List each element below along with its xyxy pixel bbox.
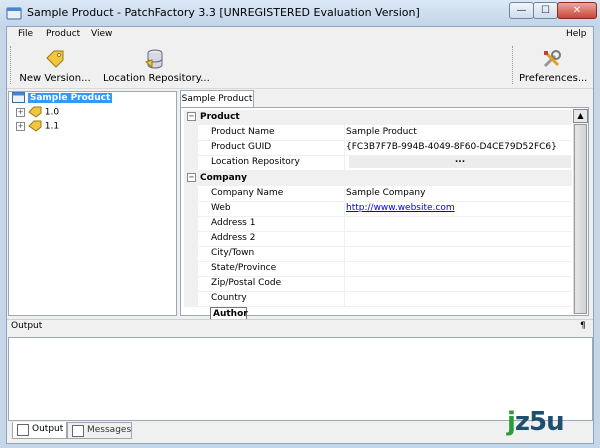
property-row[interactable]: Company Name Sample Company <box>184 186 572 202</box>
property-row[interactable]: Address 1 <box>184 216 572 232</box>
property-name: Product GUID <box>211 142 272 152</box>
toolbar-grip[interactable] <box>10 46 13 84</box>
tree-item-1-0[interactable]: + 1.0 <box>16 106 59 118</box>
menu-product[interactable]: Product <box>46 29 80 39</box>
messages-icon <box>72 425 84 437</box>
tools-icon <box>543 50 561 68</box>
pin-icon[interactable]: ¶ <box>580 321 586 331</box>
property-name: State/Province <box>211 263 277 273</box>
property-row[interactable]: Product Name Sample Product <box>184 125 572 141</box>
property-row[interactable]: Web http://www.website.com <box>184 201 572 217</box>
maximize-button[interactable]: ☐ <box>533 2 558 19</box>
tree-item-label: 1.1 <box>44 121 60 132</box>
property-name: Zip/Postal Code <box>211 278 282 288</box>
property-name: Web <box>211 203 231 213</box>
location-repository-label: Location Repository... <box>103 73 210 84</box>
category-label: Product <box>200 112 240 122</box>
app-icon <box>6 7 22 20</box>
menu-file[interactable]: File <box>18 29 33 39</box>
tag-icon <box>28 106 42 118</box>
tab-messages[interactable]: Messages <box>67 422 132 439</box>
property-value[interactable] <box>344 216 572 231</box>
property-row[interactable]: Address 2 <box>184 231 572 247</box>
tree-root-label: Sample Product <box>27 93 113 103</box>
property-name: Country <box>211 293 247 303</box>
expand-icon[interactable]: + <box>16 107 25 117</box>
property-value[interactable] <box>344 261 572 276</box>
property-name: Address 1 <box>211 218 256 228</box>
tab-output-label: Output <box>32 424 64 434</box>
property-row[interactable]: Country <box>184 291 572 307</box>
property-value[interactable]: Sample Product <box>344 125 572 140</box>
category-company[interactable]: − Company <box>184 171 572 186</box>
toolbar-grip-right[interactable] <box>512 46 515 84</box>
collapse-icon[interactable]: − <box>187 173 196 182</box>
output-panel-header <box>7 319 593 336</box>
expand-icon[interactable]: + <box>16 121 25 131</box>
toolbar <box>7 43 593 89</box>
tag-icon <box>28 120 42 132</box>
web-link[interactable]: http://www.website.com <box>344 201 572 216</box>
property-name: City/Town <box>211 248 255 258</box>
preferences-label: Preferences... <box>519 73 588 84</box>
location-repository-button[interactable]: Location Repository... <box>103 48 210 84</box>
property-value[interactable]: {FC3B7F7B-994B-4049-8F60-D4CE79D52FC6} <box>344 140 572 155</box>
product-icon <box>12 92 25 103</box>
property-row[interactable]: Product GUID {FC3B7F7B-994B-4049-8F60-D4… <box>184 140 572 156</box>
output-icon <box>17 424 29 436</box>
tab-messages-label: Messages <box>87 425 132 435</box>
watermark-logo: jz5u <box>507 407 565 437</box>
close-button[interactable]: ✕ <box>557 2 597 19</box>
property-value[interactable]: Sample Company <box>344 186 572 201</box>
new-version-label: New Version... <box>19 73 91 84</box>
property-grid: − Product Product Name Sample Product Pro… <box>184 110 572 313</box>
preferences-button[interactable]: Preferences... <box>519 48 588 84</box>
property-row[interactable]: Location Repository ... <box>184 155 572 171</box>
new-version-button[interactable]: New Version... <box>19 48 91 84</box>
minimize-button[interactable]: — <box>509 2 534 19</box>
tree-root[interactable]: Sample Product <box>12 92 113 103</box>
collapse-icon[interactable]: − <box>187 112 196 121</box>
property-value[interactable] <box>344 276 572 291</box>
property-name: Product Name <box>211 127 275 137</box>
tab-sample-product[interactable]: Sample Product <box>180 90 254 108</box>
tab-output[interactable]: Output <box>12 422 67 439</box>
tag-icon <box>46 50 64 68</box>
output-panel[interactable] <box>8 337 593 421</box>
scroll-up-arrow-icon[interactable]: ▲ <box>573 109 588 123</box>
property-value[interactable] <box>344 246 572 261</box>
property-row[interactable]: City/Town <box>184 246 572 262</box>
output-panel-title: Output <box>11 321 43 331</box>
property-value-cell: ... <box>344 155 572 170</box>
tree-item-1-1[interactable]: + 1.1 <box>16 120 59 132</box>
database-icon <box>144 49 163 69</box>
scroll-thumb[interactable] <box>574 124 587 314</box>
menu-help[interactable]: Help <box>566 29 587 39</box>
menu-view[interactable]: View <box>91 29 112 39</box>
tree-item-label: 1.0 <box>44 107 60 118</box>
property-name: Location Repository <box>211 157 300 167</box>
property-value[interactable] <box>344 231 572 246</box>
property-row[interactable]: State/Province <box>184 261 572 277</box>
browse-button[interactable]: ... <box>349 156 571 168</box>
category-product[interactable]: − Product <box>184 110 572 125</box>
property-value[interactable] <box>344 291 572 306</box>
property-name: Address 2 <box>211 233 256 243</box>
category-label: Company <box>200 173 247 183</box>
property-name: Company Name <box>211 188 284 198</box>
property-row[interactable]: Zip/Postal Code <box>184 276 572 292</box>
window-title: Sample Product - PatchFactory 3.3 [UNREG… <box>27 6 420 19</box>
